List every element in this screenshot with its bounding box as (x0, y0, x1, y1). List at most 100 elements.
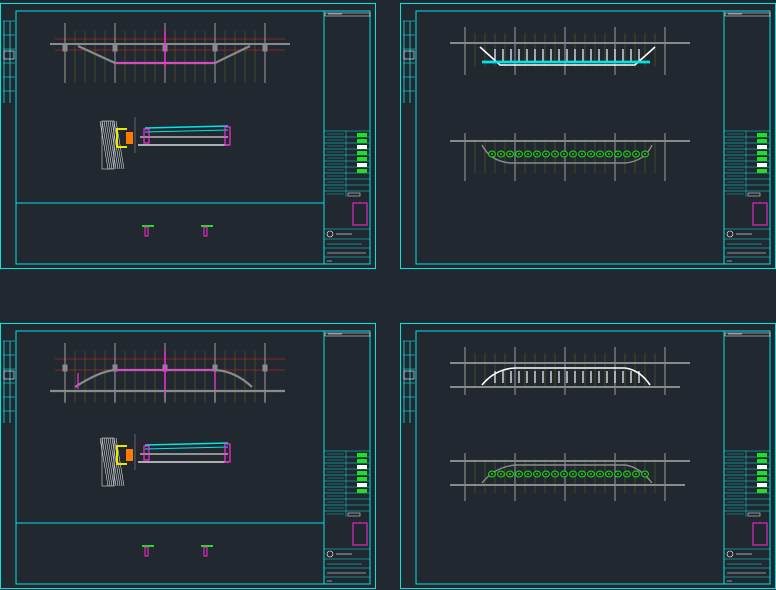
column-cap (112, 44, 118, 52)
title-block-logo-mark (357, 465, 367, 469)
title-block-header (724, 332, 771, 337)
title-block-logo-mark (357, 477, 367, 481)
ceiling-node (191, 369, 193, 371)
sheet-inner-border (415, 330, 771, 585)
title-block-logo-mark (357, 489, 367, 493)
title-block-company-logo (726, 550, 734, 558)
title-block-logo-mark (757, 483, 767, 487)
sheet-inner-border (415, 10, 771, 265)
sheet-top-right (400, 3, 776, 269)
arched-ceiling-profile (74, 368, 253, 388)
title-block-logo-mark (757, 465, 767, 469)
legend-symbol-post (203, 546, 208, 557)
title-block-logo-mark (357, 163, 367, 167)
ceiling-node (209, 369, 211, 371)
detail-connector (143, 128, 150, 144)
title-block-logo-mark (357, 145, 367, 149)
detail-cover-line (144, 125, 229, 129)
title-block-stamp (352, 522, 368, 546)
title-block-logo-mark (757, 151, 767, 155)
title-block-logo-mark (357, 157, 367, 161)
column-cap (262, 44, 268, 52)
bracket-profile (116, 128, 127, 148)
left-strip-stamp (3, 370, 15, 380)
title-block-logo-mark (357, 133, 367, 137)
title-block-company-logo (326, 230, 334, 238)
title-block-logo-mark (357, 151, 367, 155)
ceiling-node (137, 62, 139, 64)
wall-hatch (103, 437, 113, 487)
ceiling-node (128, 369, 130, 371)
detail-cover-line (144, 442, 229, 446)
detail-cover-line (144, 446, 229, 450)
title-block-logo-mark (757, 453, 767, 457)
fixing-plate (126, 132, 133, 144)
title-block-header (324, 12, 371, 17)
ceiling-node (146, 62, 148, 64)
title-block-logo-mark (357, 139, 367, 143)
title-block-logo-mark (757, 477, 767, 481)
title-block-drawing-no (747, 512, 761, 517)
ceiling-node (137, 369, 139, 371)
cad-layout-drawing (0, 3, 776, 589)
wall-hatch (99, 120, 109, 170)
wall-hatch (101, 120, 111, 170)
ceiling-node (191, 62, 193, 64)
left-strip-stamp (3, 50, 15, 60)
detail-cover-line (144, 129, 229, 133)
column-cap (212, 44, 218, 52)
wall-hatch (105, 437, 115, 487)
ceiling-node (173, 62, 175, 64)
legend-symbol-post (144, 226, 149, 237)
title-block-logo-mark (757, 139, 767, 143)
ceiling-node (155, 62, 157, 64)
title-block-logo-mark (357, 169, 367, 173)
wall-hatch (107, 120, 117, 170)
title-block-drawing-no (347, 512, 361, 517)
column-cap (62, 44, 68, 52)
title-block-stamp (752, 522, 768, 546)
title-block-header (324, 332, 371, 337)
title-block-stamp (752, 202, 768, 226)
wall-hatch (99, 437, 109, 487)
detail-connector (143, 445, 150, 461)
wall-hatch (103, 120, 113, 170)
ceiling-node (200, 369, 202, 371)
wall-hatch (101, 437, 111, 487)
title-block-logo-mark (757, 145, 767, 149)
title-block-company-logo (326, 550, 334, 558)
title-block-logo-mark (757, 133, 767, 137)
title-block-drawing-no (747, 192, 761, 197)
fixing-plate (126, 449, 133, 461)
ceiling-node (173, 369, 175, 371)
left-strip-stamp (403, 370, 415, 380)
sheet-outer-border (0, 323, 376, 589)
title-block-logo-mark (357, 471, 367, 475)
ceiling-node (182, 369, 184, 371)
title-block-company-logo (726, 230, 734, 238)
legend-symbol-post (144, 546, 149, 557)
column-cap (62, 364, 68, 372)
title-block-logo-mark (757, 471, 767, 475)
title-block-drawing-no (347, 192, 361, 197)
legend-symbol-post (203, 226, 208, 237)
wall-hatch (107, 437, 117, 487)
title-block-header (724, 12, 771, 17)
ceiling-node (128, 62, 130, 64)
ceiling-node (119, 369, 121, 371)
ceiling-node (155, 369, 157, 371)
title-block-logo-mark (757, 163, 767, 167)
left-strip-stamp (403, 50, 415, 60)
title-block-logo-mark (357, 483, 367, 487)
column-cap (262, 364, 268, 372)
wall-hatch (105, 120, 115, 170)
ceiling-node (200, 62, 202, 64)
bracket-profile (116, 445, 127, 465)
ceiling-node (209, 62, 211, 64)
title-block-logo-mark (757, 169, 767, 173)
title-block-stamp (352, 202, 368, 226)
ceiling-node (119, 62, 121, 64)
sheet-bottom-left (0, 323, 376, 589)
title-block-logo-mark (357, 453, 367, 457)
ceiling-node (146, 369, 148, 371)
